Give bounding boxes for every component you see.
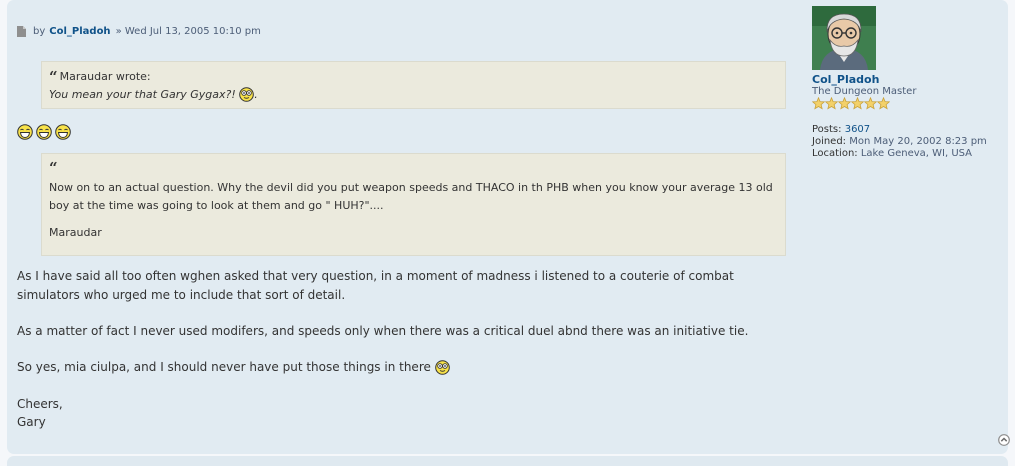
quote-text: Now on to an actual question. Why the de… [49,181,773,212]
post-paragraph: Gary [17,415,46,429]
post-paragraph: As I have said all too often wghen asked… [17,269,734,302]
star-icon [825,97,838,110]
profile-rank: The Dungeon Master [812,86,917,97]
posts-count-link[interactable]: 3607 [845,124,870,135]
by-label: by [33,26,46,37]
posts-label: Posts: [812,124,842,135]
star-icon [877,97,890,110]
quote-cite: “Maraudar wrote: [49,68,778,86]
profile-posts: Posts: 3607 [812,124,870,135]
profile-username[interactable]: Col_Pladoh [812,73,879,86]
post-author-line: by Col_Pladoh » Wed Jul 13, 2005 10:10 p… [17,26,261,37]
post-paragraph-text: So yes, mia ciulpa, and I should never h… [17,360,431,374]
star-icon [812,97,825,110]
next-post-edge [7,456,1008,466]
quote-cite-text: Maraudar wrote: [59,70,151,83]
quote-signature: Maraudar [49,226,102,239]
quote-block: “Maraudar wrote: You mean your that Gary… [41,61,786,109]
quote-text-content: You mean your that Gary Gygax?! [49,88,236,101]
rank-stars [812,97,890,110]
avatar[interactable] [812,6,876,70]
file-icon[interactable] [17,26,26,37]
smiley-icon [434,360,450,375]
joined-label: Joined: [812,136,847,147]
laughing-smiley-icon [17,124,33,140]
back-to-top-icon[interactable] [998,434,1010,446]
smiley-icon [239,87,255,102]
profile-joined: Joined: Mon May 20, 2002 8:23 pm [812,136,987,147]
quote-mark-icon: “ [49,68,58,86]
star-icon [851,97,864,110]
quote-block: “ Now on to an actual question. Why the … [41,153,786,256]
post-paragraph: Cheers, [17,397,63,411]
location-value: Lake Geneva, WI, USA [860,148,973,159]
star-icon [864,97,877,110]
quote-cite: “ [49,159,778,177]
post-paragraph: As a matter of fact I never used modifer… [17,324,749,338]
author-link[interactable]: Col_Pladoh [49,26,110,37]
laughing-smiley-icon [55,124,71,140]
profile-location: Location: Lake Geneva, WI, USA [812,148,972,159]
location-label: Location: [812,148,858,159]
laughing-smiley-icon [36,124,52,140]
post-date: » Wed Jul 13, 2005 10:10 pm [115,26,261,37]
quote-mark-icon: “ [49,159,58,177]
smiley-row [17,124,71,140]
quote-text: You mean your that Gary Gygax?! . [49,87,778,102]
star-icon [838,97,851,110]
post-paragraph-with-smiley: So yes, mia ciulpa, and I should never h… [17,358,450,377]
quote-text-after: . [254,88,258,101]
joined-date: Mon May 20, 2002 8:23 pm [849,136,987,147]
